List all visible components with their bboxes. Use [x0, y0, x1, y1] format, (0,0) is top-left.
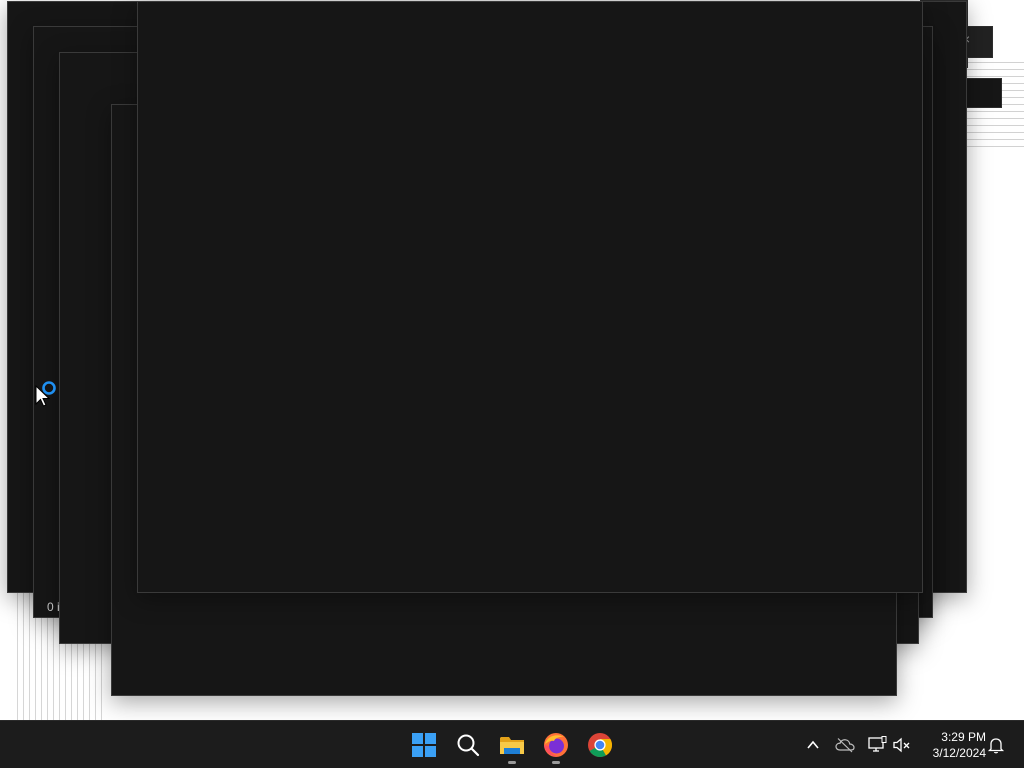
app-window-front[interactable]	[137, 1, 923, 593]
clock-date: 3/12/2024	[932, 746, 986, 760]
onedrive-tray-button[interactable]	[833, 733, 857, 757]
clock-time: 3:29 PM	[941, 730, 986, 744]
running-indicator	[552, 761, 560, 764]
network-tray-button[interactable]	[865, 733, 889, 757]
taskbar-start-button[interactable]	[404, 725, 444, 765]
windows-logo-icon	[412, 733, 436, 757]
chrome-icon	[588, 733, 613, 758]
taskbar-chrome-button[interactable]	[580, 725, 620, 765]
volume-tray-button[interactable]	[890, 733, 914, 757]
taskbar-search-button[interactable]	[448, 725, 488, 765]
taskbar-clock[interactable]: 3:29 PM 3/12/2024	[920, 729, 986, 761]
firefox-icon	[544, 733, 568, 757]
chevron-up-icon	[807, 740, 819, 749]
taskbar-firefox-button[interactable]	[536, 725, 576, 765]
show-hidden-icons-button[interactable]	[801, 733, 825, 757]
speaker-muted-icon	[893, 737, 910, 753]
status-bar-text: 0 i	[47, 600, 59, 614]
cloud-offline-icon	[835, 738, 855, 753]
busy-cursor-icon	[35, 381, 56, 407]
taskbar: 3:29 PM 3/12/2024	[0, 720, 1024, 768]
desktop: × 0 i	[0, 0, 1024, 720]
notifications-button[interactable]	[984, 733, 1008, 757]
running-indicator	[508, 761, 516, 764]
taskbar-file-explorer-button[interactable]	[492, 725, 532, 765]
network-icon	[868, 736, 887, 752]
search-icon	[457, 734, 480, 757]
bell-icon	[987, 738, 1005, 754]
folder-icon	[500, 737, 524, 754]
